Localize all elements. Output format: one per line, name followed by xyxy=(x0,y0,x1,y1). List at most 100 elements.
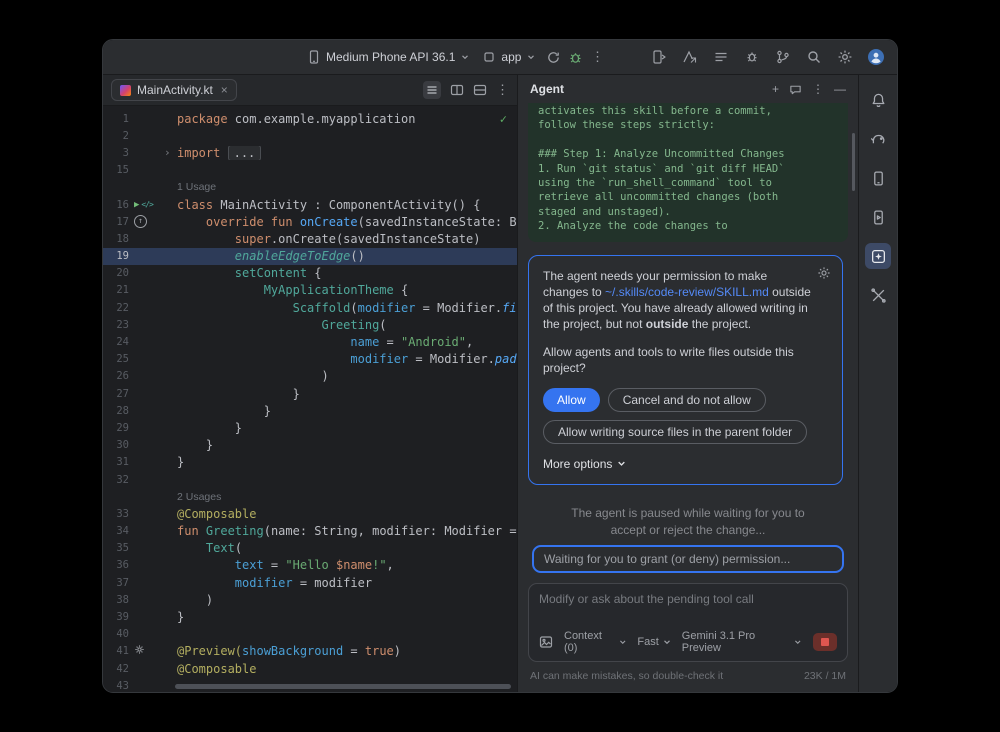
running-devices-icon[interactable] xyxy=(865,204,891,230)
logcat-icon[interactable] xyxy=(710,46,732,68)
more-actions-icon[interactable]: ⋮ xyxy=(586,46,608,68)
split-down-icon[interactable] xyxy=(473,83,487,97)
line-number[interactable]: 24 xyxy=(103,336,129,348)
model-picker[interactable]: Gemini 3.1 Pro Preview xyxy=(682,630,802,654)
line-number[interactable]: 41 xyxy=(103,645,129,657)
line-number[interactable]: 23 xyxy=(103,319,129,331)
line-number[interactable]: 20 xyxy=(103,267,129,279)
line-number[interactable]: 1 xyxy=(103,113,129,125)
build-tools-icon[interactable] xyxy=(865,282,891,308)
rerun-icon[interactable] xyxy=(542,46,564,68)
code-line[interactable]: 29 } xyxy=(103,419,517,436)
line-number[interactable]: 18 xyxy=(103,233,129,245)
code-line[interactable]: 28 } xyxy=(103,402,517,419)
code-line[interactable]: 16▶</>class MainActivity : ComponentActi… xyxy=(103,196,517,213)
code-line[interactable]: 18 super.onCreate(savedInstanceState) xyxy=(103,230,517,247)
line-number[interactable]: 31 xyxy=(103,456,129,468)
line-number[interactable]: 16 xyxy=(103,199,129,211)
user-avatar[interactable] xyxy=(865,46,887,68)
code-line[interactable]: 20 setContent { xyxy=(103,265,517,282)
stop-generation-button[interactable] xyxy=(813,633,837,651)
code-line[interactable]: 31} xyxy=(103,454,517,471)
version-control-icon[interactable] xyxy=(772,46,794,68)
permission-waiting-input[interactable]: Waiting for you to grant (or deny) permi… xyxy=(532,545,844,573)
agent-more-icon[interactable]: ⋮ xyxy=(812,82,824,96)
fold-indicator[interactable]: › xyxy=(164,146,177,159)
allow-button[interactable]: Allow xyxy=(543,388,600,412)
line-number[interactable]: 32 xyxy=(103,474,129,486)
new-chat-icon[interactable]: + xyxy=(772,82,779,96)
more-options-button[interactable]: More options xyxy=(543,456,828,472)
settings-gear-icon[interactable] xyxy=(834,46,856,68)
code-line[interactable]: 30 } xyxy=(103,437,517,454)
line-number[interactable]: 38 xyxy=(103,594,129,606)
gradle-icon[interactable] xyxy=(865,126,891,152)
tab-mainactivity[interactable]: MainActivity.kt × xyxy=(111,79,237,101)
hide-panel-icon[interactable]: — xyxy=(834,82,846,96)
code-line[interactable]: 40 xyxy=(103,626,517,643)
code-line[interactable]: 23 Greeting( xyxy=(103,316,517,333)
permission-settings-gear-icon[interactable] xyxy=(817,266,831,280)
line-number[interactable]: 43 xyxy=(103,680,129,692)
line-number[interactable]: 2 xyxy=(103,130,129,142)
code-line[interactable]: 37 modifier = modifier xyxy=(103,574,517,591)
context-picker[interactable]: Context (0) xyxy=(564,630,626,654)
line-number[interactable]: 39 xyxy=(103,611,129,623)
code-line[interactable]: 35 Text( xyxy=(103,540,517,557)
overrides-method-icon[interactable]: ↑ xyxy=(134,215,147,228)
line-number[interactable]: 15 xyxy=(103,164,129,176)
line-number[interactable]: 27 xyxy=(103,388,129,400)
line-number[interactable]: 22 xyxy=(103,302,129,314)
inspections-status-icon[interactable]: ✓ xyxy=(500,112,507,126)
run-configuration-selector[interactable]: app xyxy=(476,47,542,67)
search-icon[interactable] xyxy=(803,46,825,68)
line-number[interactable]: 21 xyxy=(103,284,129,296)
split-right-icon[interactable] xyxy=(450,83,464,97)
device-streaming-icon[interactable] xyxy=(648,46,670,68)
allow-parent-folder-button[interactable]: Allow writing source files in the parent… xyxy=(543,420,807,444)
app-inspection-icon[interactable] xyxy=(741,46,763,68)
skill-file-link[interactable]: ~/.skills/code-review/SKILL.md xyxy=(605,285,769,299)
code-line[interactable]: 22 Scaffold(modifier = Modifier.fillMaxS… xyxy=(103,299,517,316)
open-files-list-icon[interactable] xyxy=(423,81,441,99)
line-number[interactable]: 26 xyxy=(103,370,129,382)
preview-settings-icon[interactable] xyxy=(134,644,145,658)
horizontal-scrollbar[interactable] xyxy=(175,684,511,689)
code-line[interactable]: 3›import ... xyxy=(103,144,517,161)
speed-picker[interactable]: Fast xyxy=(637,636,670,648)
line-number[interactable]: 34 xyxy=(103,525,129,537)
code-line[interactable]: 36 text = "Hello $name!", xyxy=(103,557,517,574)
line-number[interactable]: 17 xyxy=(103,216,129,228)
code-line[interactable]: 33@Composable xyxy=(103,505,517,522)
code-line[interactable]: 15 xyxy=(103,162,517,179)
line-number[interactable]: 25 xyxy=(103,353,129,365)
cancel-button[interactable]: Cancel and do not allow xyxy=(608,388,766,412)
code-editor[interactable]: 1package com.example.myapplication23›imp… xyxy=(103,106,517,692)
code-line[interactable]: 42@Composable xyxy=(103,660,517,677)
code-line[interactable]: 27 } xyxy=(103,385,517,402)
line-number[interactable]: 3 xyxy=(103,147,129,159)
attach-image-icon[interactable] xyxy=(539,635,553,649)
line-number[interactable]: 28 xyxy=(103,405,129,417)
line-number[interactable]: 36 xyxy=(103,559,129,571)
code-line[interactable]: 1package com.example.myapplication xyxy=(103,110,517,127)
line-number[interactable]: 40 xyxy=(103,628,129,640)
code-line[interactable]: 19 enableEdgeToEdge() xyxy=(103,248,517,265)
run-app-icon[interactable]: ▶ xyxy=(134,200,139,210)
agent-compose-box[interactable]: Modify or ask about the pending tool cal… xyxy=(528,583,848,662)
code-line[interactable]: 17↑ override fun onCreate(savedInstanceS… xyxy=(103,213,517,230)
code-line[interactable]: 26 ) xyxy=(103,368,517,385)
compose-code-icon[interactable]: </> xyxy=(141,200,152,209)
code-line[interactable]: 39} xyxy=(103,608,517,625)
editor-more-icon[interactable]: ⋮ xyxy=(496,82,509,98)
chat-vertical-scrollbar[interactable] xyxy=(852,133,855,191)
line-number[interactable]: 19 xyxy=(103,250,129,262)
code-vision-hint[interactable]: 1 Usage xyxy=(103,179,517,196)
code-line[interactable]: 24 name = "Android", xyxy=(103,333,517,350)
code-line[interactable]: 38 ) xyxy=(103,591,517,608)
line-number[interactable]: 35 xyxy=(103,542,129,554)
agent-tool-icon[interactable] xyxy=(865,243,891,269)
line-number[interactable]: 30 xyxy=(103,439,129,451)
line-number[interactable]: 29 xyxy=(103,422,129,434)
line-number[interactable]: 42 xyxy=(103,663,129,675)
